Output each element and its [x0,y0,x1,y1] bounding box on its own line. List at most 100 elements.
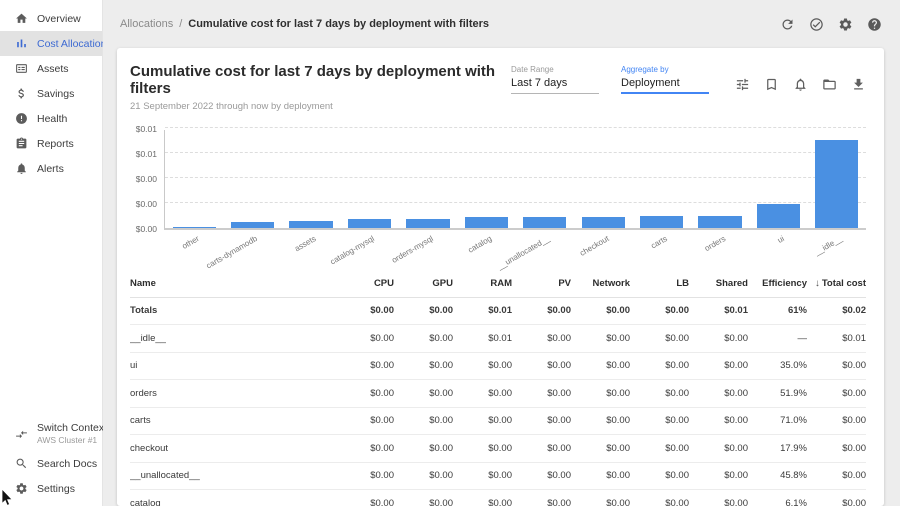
cell-cpu: $0.00 [335,388,394,399]
check-circle-icon [809,17,824,32]
cell-shared: $0.00 [689,360,748,371]
column-header-label: Network [593,278,630,289]
x-tick-label: ui [776,234,786,245]
bar-unallocated[interactable] [523,217,566,228]
sidebar-item-savings[interactable]: Savings [0,81,102,106]
bar-carts[interactable] [640,216,683,228]
cell-cpu: $0.00 [335,305,394,316]
sidebar-item-alerts[interactable]: Alerts [0,156,102,181]
page-title: Cumulative cost for last 7 days by deplo… [130,63,511,97]
bar-orders[interactable] [698,216,741,228]
bar-carts-dynamodb[interactable] [231,222,274,228]
bar-catalog-mysql[interactable] [348,219,391,228]
bar-catalog[interactable] [465,217,508,228]
bar-slot-orders-mysql [399,130,457,228]
bar-orders-mysql[interactable] [406,219,449,228]
column-header-label: Shared [716,278,748,289]
x-tick-label: __idle__ [813,234,844,257]
column-header-network[interactable]: Network [571,278,630,289]
aggregate-by-value[interactable]: Deployment [621,77,709,94]
sidebar-item-reports[interactable]: Reports [0,131,102,156]
cell-total-cost: $0.01 [807,333,866,344]
table-row-ui[interactable]: ui$0.00$0.00$0.00$0.00$0.00$0.00$0.0035.… [130,353,866,381]
column-header-cpu[interactable]: CPU [335,278,394,289]
date-range-select[interactable]: Date Range Last 7 days [511,65,599,94]
table-row-totals[interactable]: Totals$0.00$0.00$0.01$0.00$0.00$0.00$0.0… [130,298,866,326]
column-header-name[interactable]: Name [130,278,335,289]
column-header-label: LB [676,278,689,289]
sidebar-item-search-docs[interactable]: Search Docs [0,451,102,476]
cell-efficiency: 17.9% [748,443,807,454]
check-circle-icon-button[interactable] [809,17,824,32]
search-icon [15,457,28,470]
sidebar-item-cost-allocation[interactable]: Cost Allocation [0,31,102,56]
x-tick-label: checkout [578,234,610,258]
bell-icon-button[interactable] [793,77,808,92]
cell-total-cost: $0.00 [807,498,866,506]
cell-cpu: $0.00 [335,498,394,506]
row-name: __idle__ [130,333,335,344]
x-tick-label: catalog [466,234,493,255]
cell-lb: $0.00 [630,305,689,316]
aggregate-by-select[interactable]: Aggregate by Deployment [621,65,709,94]
table-row-orders[interactable]: orders$0.00$0.00$0.00$0.00$0.00$0.00$0.0… [130,380,866,408]
sidebar-item-label: Reports [37,138,74,150]
x-label-slot: carts-dynamodb [223,230,282,266]
settings-icon-button[interactable] [838,17,853,32]
sidebar-item-assets[interactable]: Assets [0,56,102,81]
cell-gpu: $0.00 [394,360,453,371]
column-header-total-cost[interactable]: ↓Total cost [807,278,866,289]
table-row-unallocated[interactable]: __unallocated__$0.00$0.00$0.00$0.00$0.00… [130,463,866,491]
x-label-slot: __idle__ [808,230,867,266]
refresh-icon-button[interactable] [780,17,795,32]
download-icon-button[interactable] [851,77,866,92]
reports-icon [15,137,28,150]
cell-pv: $0.00 [512,305,571,316]
cell-lb: $0.00 [630,415,689,426]
y-tick-label: $0.00 [136,224,157,234]
breadcrumb-allocations-link[interactable]: Allocations [120,18,173,30]
y-tick-label: $0.01 [136,124,157,134]
folder-icon [822,77,837,92]
cell-total-cost: $0.00 [807,470,866,481]
help-icon-button[interactable] [867,17,882,32]
column-header-gpu[interactable]: GPU [394,278,453,289]
table-row-carts[interactable]: carts$0.00$0.00$0.00$0.00$0.00$0.00$0.00… [130,408,866,436]
y-tick-label: $0.00 [136,174,157,184]
table-row-checkout[interactable]: checkout$0.00$0.00$0.00$0.00$0.00$0.00$0… [130,435,866,463]
date-range-value[interactable]: Last 7 days [511,77,599,94]
cell-shared: $0.00 [689,388,748,399]
bar-other[interactable] [173,227,216,228]
table-row-catalog[interactable]: catalog$0.00$0.00$0.00$0.00$0.00$0.00$0.… [130,490,866,506]
sidebar-item-health[interactable]: Health [0,106,102,131]
bar-idle[interactable] [815,140,858,228]
column-header-pv[interactable]: PV [512,278,571,289]
column-header-efficiency[interactable]: Efficiency [748,278,807,289]
column-header-shared[interactable]: Shared [689,278,748,289]
cell-network: $0.00 [571,388,630,399]
cell-pv: $0.00 [512,360,571,371]
cell-efficiency: 35.0% [748,360,807,371]
column-header-ram[interactable]: RAM [453,278,512,289]
bar-assets[interactable] [289,221,332,228]
column-header-lb[interactable]: LB [630,278,689,289]
bookmark-icon-button[interactable] [764,77,779,92]
cell-gpu: $0.00 [394,333,453,344]
main-area: Allocations / Cumulative cost for last 7… [103,0,900,506]
tune-icon-button[interactable] [735,77,750,92]
bar-checkout[interactable] [582,217,625,228]
column-header-label: Efficiency [762,278,807,289]
table-row-idle[interactable]: __idle__$0.00$0.00$0.01$0.00$0.00$0.00$0… [130,325,866,353]
sidebar-nav: OverviewCost AllocationAssetsSavingsHeal… [0,0,102,181]
folder-icon-button[interactable] [822,77,837,92]
bar-ui[interactable] [757,204,800,228]
aggregate-by-label: Aggregate by [621,65,709,74]
bar-slot-checkout [574,130,632,228]
x-label-slot: checkout [574,230,633,266]
sidebar-item-switch-context[interactable]: Switch ContextAWS Cluster #1 [0,417,102,451]
sidebar-item-overview[interactable]: Overview [0,6,102,31]
cell-pv: $0.00 [512,443,571,454]
column-header-label: GPU [432,278,453,289]
y-tick-label: $0.01 [136,149,157,159]
sidebar-item-settings[interactable]: Settings [0,476,102,501]
